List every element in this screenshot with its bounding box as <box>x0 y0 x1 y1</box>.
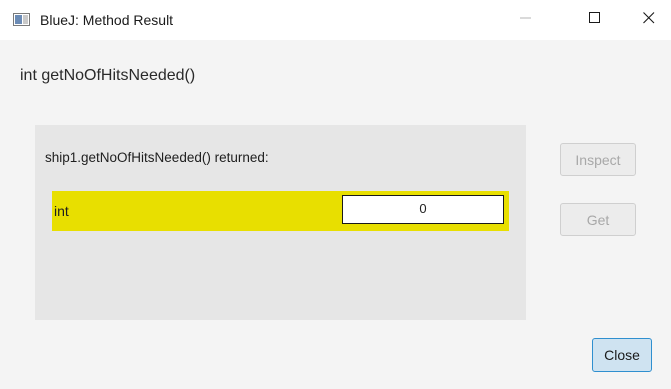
result-panel: ship1.getNoOfHitsNeeded() returned: int … <box>35 125 526 320</box>
inspect-button[interactable]: Inspect <box>560 143 636 176</box>
minimize-icon <box>520 11 532 29</box>
get-button[interactable]: Get <box>560 203 636 236</box>
close-icon <box>643 11 655 29</box>
close-window-button[interactable] <box>626 0 671 40</box>
title-bar: BlueJ: Method Result <box>0 0 671 40</box>
maximize-icon <box>589 11 601 29</box>
dialog-content: int getNoOfHitsNeeded() ship1.getNoOfHit… <box>0 40 671 389</box>
minimize-button[interactable] <box>503 0 549 40</box>
close-button[interactable]: Close <box>592 338 652 372</box>
result-label: ship1.getNoOfHitsNeeded() returned: <box>45 150 269 165</box>
result-value-row: int 0 <box>52 191 509 231</box>
result-value-field[interactable]: 0 <box>342 195 504 224</box>
window-title: BlueJ: Method Result <box>40 12 174 28</box>
result-type-label: int <box>54 203 69 219</box>
maximize-button[interactable] <box>572 0 618 40</box>
bluej-window-icon <box>13 13 30 26</box>
method-signature: int getNoOfHitsNeeded() <box>20 67 196 84</box>
